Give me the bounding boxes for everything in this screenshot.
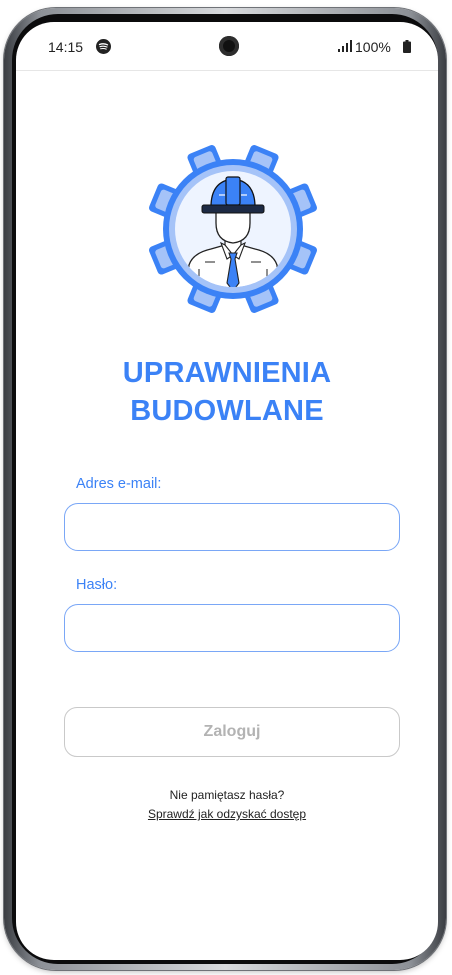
front-camera [219,36,239,56]
app-title-line2: BUDOWLANE [130,395,324,427]
battery-percent: 100% [355,39,391,55]
status-bar: 14:15 100% [16,22,438,71]
status-time: 14:15 [48,39,84,55]
spotify-icon [96,39,111,54]
login-button[interactable]: Zaloguj [64,707,400,757]
engineer-gear-logo [149,145,317,313]
password-label: Hasło: [76,577,118,593]
forgot-password-text: Nie pamiętasz hasła? [169,788,285,802]
recover-access-link[interactable]: Sprawdź jak odzyskać dostęp [16,807,438,821]
battery-icon [403,40,411,53]
app-title-line1: UPRAWNIENIA [122,357,332,389]
signal-icon [338,40,352,52]
app-screen: 14:15 100% UPRAWNIENIA BUDOWLANE Adres e… [16,22,438,960]
email-input[interactable] [64,503,400,551]
password-input[interactable] [64,604,400,652]
email-label: Adres e-mail: [76,476,162,492]
